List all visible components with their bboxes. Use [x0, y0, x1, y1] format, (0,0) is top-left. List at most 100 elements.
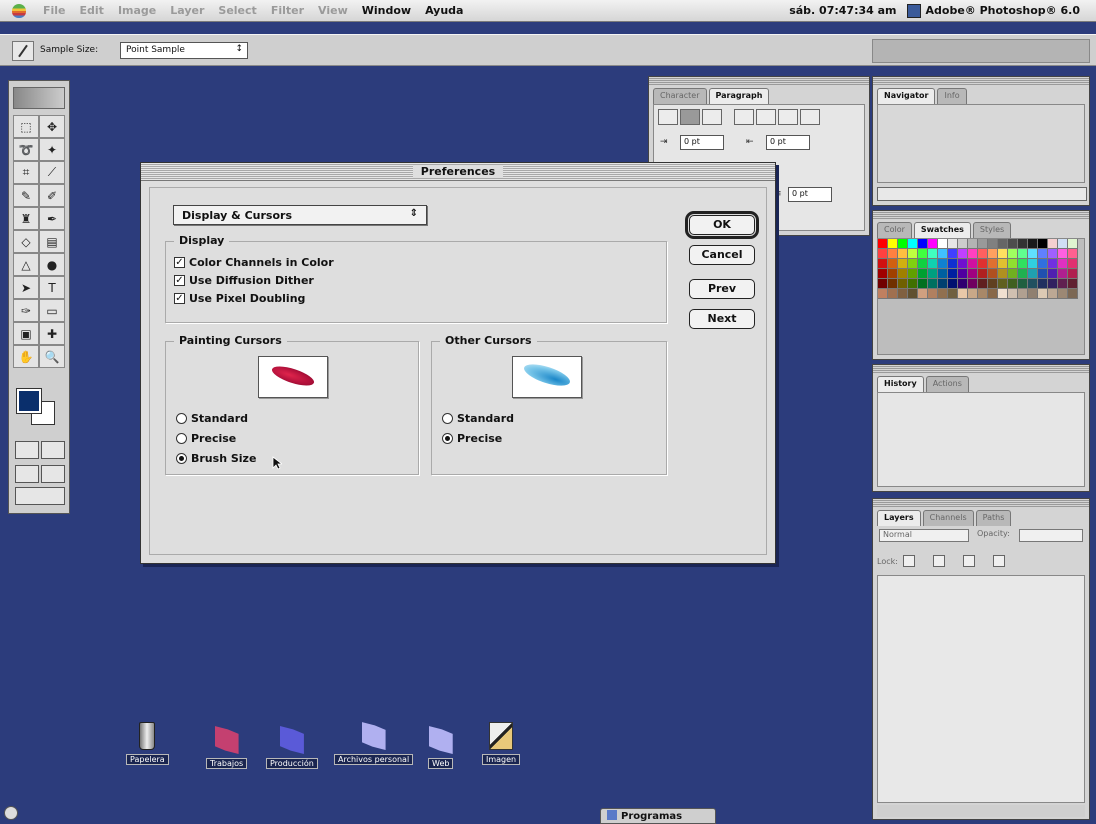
eyedropper-tool-icon[interactable]: ✚: [39, 322, 65, 345]
justify-center-icon[interactable]: [756, 109, 776, 125]
color-swatch[interactable]: [878, 289, 888, 299]
color-swatch[interactable]: [1048, 249, 1058, 259]
tab-info[interactable]: Info: [937, 88, 966, 104]
apple-menu-icon[interactable]: [12, 4, 26, 18]
lock-image-checkbox[interactable]: [933, 555, 945, 567]
next-button[interactable]: Next: [689, 309, 755, 329]
hand-tool-icon[interactable]: ✋: [13, 345, 39, 368]
desktop-icon-trash[interactable]: Papelera: [126, 722, 169, 765]
shape-tool-icon[interactable]: ▭: [39, 299, 65, 322]
color-swatch[interactable]: [918, 289, 928, 299]
color-swatch[interactable]: [1048, 239, 1058, 249]
color-swatch[interactable]: [918, 239, 928, 249]
color-swatch[interactable]: [968, 239, 978, 249]
color-swatch[interactable]: [878, 259, 888, 269]
color-swatch[interactable]: [1038, 289, 1048, 299]
color-swatch[interactable]: [978, 279, 988, 289]
quick-mask-mode-icon[interactable]: [41, 441, 65, 459]
cancel-button[interactable]: Cancel: [689, 245, 755, 265]
color-swatch[interactable]: [1058, 289, 1068, 299]
prev-button[interactable]: Prev: [689, 279, 755, 299]
slice-tool-icon[interactable]: ⟋: [39, 161, 65, 184]
color-swatch[interactable]: [1008, 279, 1018, 289]
opacity-field[interactable]: [1019, 529, 1083, 542]
color-swatch[interactable]: [1008, 239, 1018, 249]
color-swatch[interactable]: [918, 269, 928, 279]
ok-button[interactable]: OK: [689, 215, 755, 235]
type-tool-icon[interactable]: T: [39, 276, 65, 299]
crop-tool-icon[interactable]: ⌗: [13, 161, 39, 184]
adobe-feather-logo[interactable]: [13, 87, 65, 109]
color-swatch[interactable]: [898, 249, 908, 259]
color-swatch[interactable]: [998, 269, 1008, 279]
preferences-section-popup[interactable]: Display & Cursors ⇕: [173, 205, 427, 225]
desktop-icon-archivos[interactable]: Archivos personal: [334, 722, 413, 765]
color-swatch[interactable]: [908, 289, 918, 299]
eyedropper-tool-preset-icon[interactable]: [12, 41, 34, 61]
color-swatch[interactable]: [968, 289, 978, 299]
color-swatch[interactable]: [898, 279, 908, 289]
tab-history[interactable]: History: [877, 376, 924, 392]
color-swatch[interactable]: [888, 239, 898, 249]
palette-well[interactable]: [872, 39, 1090, 63]
align-left-icon[interactable]: [658, 109, 678, 125]
color-swatch[interactable]: [928, 259, 938, 269]
painting-precise-radio[interactable]: Precise: [176, 432, 236, 445]
programs-tab[interactable]: Programas: [600, 808, 716, 824]
color-swatch[interactable]: [968, 279, 978, 289]
lock-transparency-checkbox[interactable]: [903, 555, 915, 567]
marquee-tool-icon[interactable]: ⬚: [13, 115, 39, 138]
color-swatch[interactable]: [998, 239, 1008, 249]
color-swatch[interactable]: [978, 269, 988, 279]
color-swatch[interactable]: [928, 239, 938, 249]
color-swatch[interactable]: [1068, 259, 1078, 269]
application-menu[interactable]: Adobe® Photoshop® 6.0: [907, 4, 1096, 18]
color-swatch[interactable]: [1068, 279, 1078, 289]
palette-title-bar[interactable]: [873, 365, 1089, 374]
color-swatch[interactable]: [1018, 239, 1028, 249]
color-swatch[interactable]: [1028, 239, 1038, 249]
color-swatch[interactable]: [1048, 279, 1058, 289]
gradient-tool-icon[interactable]: ▤: [39, 230, 65, 253]
color-swatch[interactable]: [1058, 279, 1068, 289]
blur-tool-icon[interactable]: △: [13, 253, 39, 276]
color-swatch[interactable]: [988, 259, 998, 269]
align-center-icon[interactable]: [680, 109, 700, 125]
blend-mode-select[interactable]: Normal: [879, 529, 969, 542]
color-swatch[interactable]: [1028, 279, 1038, 289]
color-swatch[interactable]: [1068, 289, 1078, 299]
desktop-icon-produccion[interactable]: Producción: [266, 726, 318, 769]
color-swatch[interactable]: [1038, 279, 1048, 289]
tab-channels[interactable]: Channels: [923, 510, 974, 526]
color-swatch[interactable]: [1048, 289, 1058, 299]
tab-paragraph[interactable]: Paragraph: [709, 88, 770, 104]
color-swatch[interactable]: [1058, 259, 1068, 269]
color-swatch[interactable]: [908, 239, 918, 249]
color-swatch[interactable]: [988, 279, 998, 289]
color-swatch[interactable]: [968, 259, 978, 269]
brush-tool-icon[interactable]: ✐: [39, 184, 65, 207]
color-swatch[interactable]: [898, 289, 908, 299]
diffusion-dither-checkbox[interactable]: ✓ Use Diffusion Dither: [174, 274, 314, 287]
pen-tool-icon[interactable]: ✑: [13, 299, 39, 322]
lock-all-checkbox[interactable]: [993, 555, 1005, 567]
color-swatch[interactable]: [948, 249, 958, 259]
color-swatch[interactable]: [908, 249, 918, 259]
sample-size-select[interactable]: Point Sample: [120, 42, 248, 59]
color-swatch[interactable]: [958, 269, 968, 279]
color-swatch[interactable]: [998, 249, 1008, 259]
color-swatch[interactable]: [1048, 259, 1058, 269]
desktop-icon-web[interactable]: Web: [428, 726, 453, 769]
palette-title-bar[interactable]: [873, 211, 1089, 220]
color-swatch[interactable]: [958, 289, 968, 299]
color-swatch[interactable]: [998, 289, 1008, 299]
color-swatch[interactable]: [1048, 269, 1058, 279]
color-swatch[interactable]: [958, 279, 968, 289]
tab-actions[interactable]: Actions: [926, 376, 969, 392]
color-swatch[interactable]: [888, 259, 898, 269]
color-swatch[interactable]: [908, 259, 918, 269]
tab-layers[interactable]: Layers: [877, 510, 921, 526]
desktop-corner-icon[interactable]: [4, 806, 18, 820]
painting-brush-size-radio[interactable]: Brush Size: [176, 452, 256, 465]
color-swatch[interactable]: [1018, 289, 1028, 299]
